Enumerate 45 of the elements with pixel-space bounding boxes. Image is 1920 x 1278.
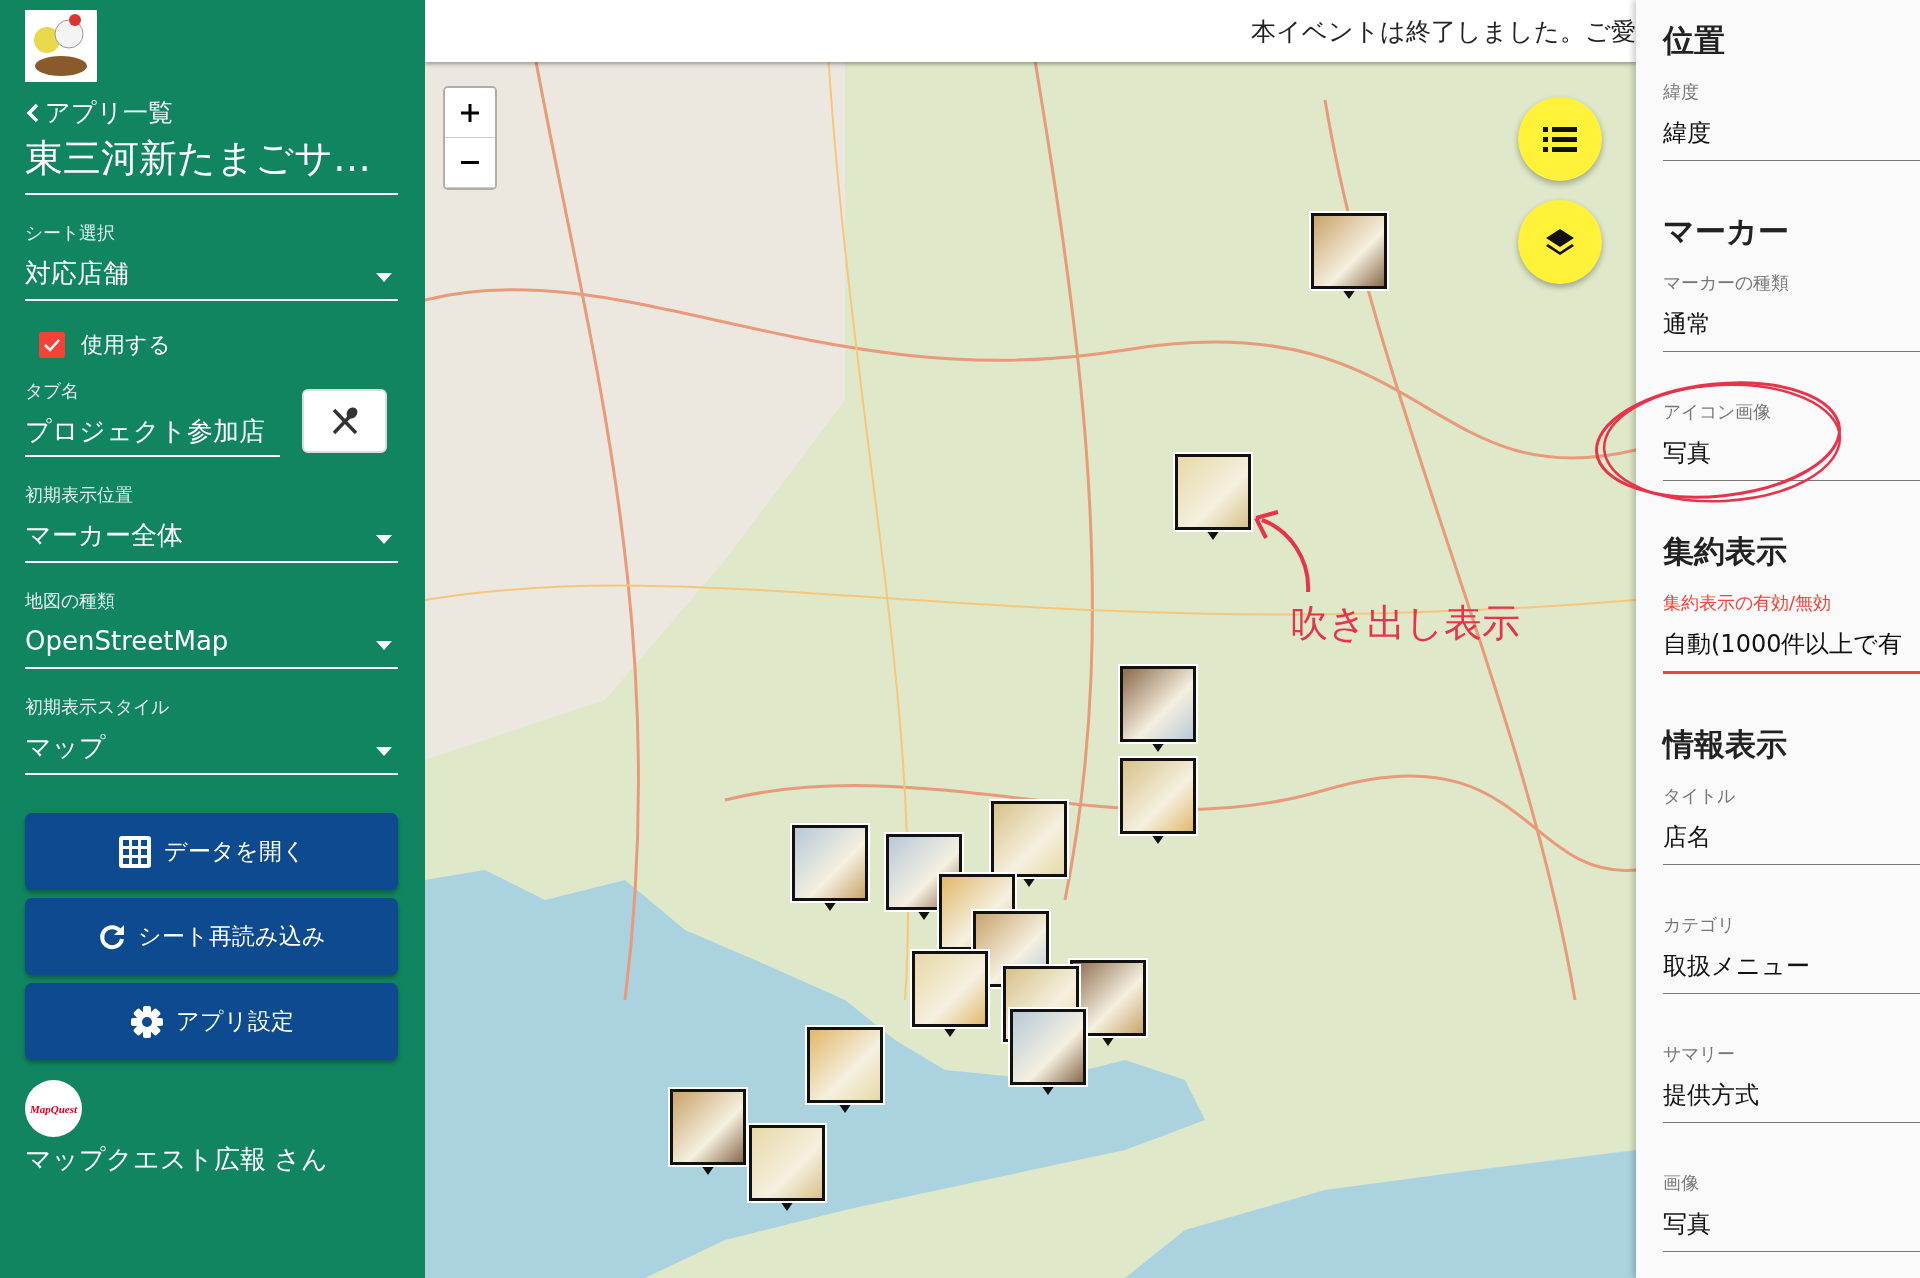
back-link[interactable]: アプリ一覧 — [25, 97, 173, 129]
annotation-text: 吹き出し表示 — [1290, 600, 1520, 647]
app-title: 東三河新たまごサ… — [25, 133, 398, 195]
tab-name-field[interactable]: タブ名 プロジェクト参加店 — [25, 379, 280, 457]
refresh-icon — [97, 922, 126, 951]
setting-field[interactable]: サマリー 提供方式 — [1663, 1042, 1920, 1123]
select-field[interactable]: シート選択 対応店舗 — [25, 221, 398, 301]
setting-field[interactable]: マーカーの種類 通常 — [1663, 271, 1920, 352]
action-button[interactable]: シート再読み込み — [25, 898, 398, 975]
setting-field[interactable]: 画像 写真 — [1663, 1171, 1920, 1252]
checkbox-option[interactable]: 使用する — [39, 331, 398, 359]
zoom-out-button[interactable] — [445, 138, 495, 188]
setting-field[interactable]: タイトル 店名 — [1663, 784, 1920, 865]
section-heading: マーカー — [1663, 212, 1790, 251]
caret-icon — [376, 273, 392, 282]
section-heading: 情報表示 — [1663, 725, 1788, 764]
caret-icon — [376, 535, 392, 544]
logo-drawing — [25, 10, 97, 82]
chevron-left-icon — [25, 102, 41, 124]
caret-icon — [376, 747, 392, 756]
icon-picker-button[interactable] — [302, 389, 387, 453]
setting-field[interactable]: 緯度 緯度 — [1663, 80, 1920, 161]
plus-icon — [460, 102, 480, 123]
setting-field[interactable]: アイコン画像 写真 — [1663, 400, 1920, 481]
select-field[interactable]: 初期表示位置 マーカー全体 — [25, 483, 398, 563]
minus-icon — [461, 161, 479, 164]
action-button[interactable]: データを開く — [25, 813, 398, 890]
section-heading: 集約表示 — [1663, 532, 1788, 571]
setting-field[interactable]: カテゴリ 取扱メニュー — [1663, 913, 1920, 994]
caret-icon — [376, 641, 392, 650]
grid-icon — [117, 834, 152, 869]
notice-banner: 本イベントは終了しました。ご愛 — [425, 0, 1636, 62]
user-name: マップクエスト広報 さん — [25, 1143, 330, 1176]
action-button[interactable]: アプリ設定 — [25, 983, 398, 1060]
check-icon — [43, 338, 61, 352]
layers-icon — [1544, 227, 1576, 257]
zoom-in-button[interactable] — [445, 88, 495, 138]
section-heading: 位置 — [1663, 21, 1726, 60]
select-field[interactable]: 初期表示スタイル マップ — [25, 695, 398, 775]
list-icon — [1543, 125, 1577, 153]
settings-icon — [129, 1004, 164, 1039]
select-field[interactable]: 地図の種類 OpenStreetMap — [25, 589, 398, 669]
avatar-logo: MapQuest — [25, 1080, 82, 1137]
setting-field[interactable]: 集約表示の有効/無効 自動(1000件以上で有 — [1663, 591, 1920, 674]
checkbox[interactable] — [39, 332, 65, 358]
